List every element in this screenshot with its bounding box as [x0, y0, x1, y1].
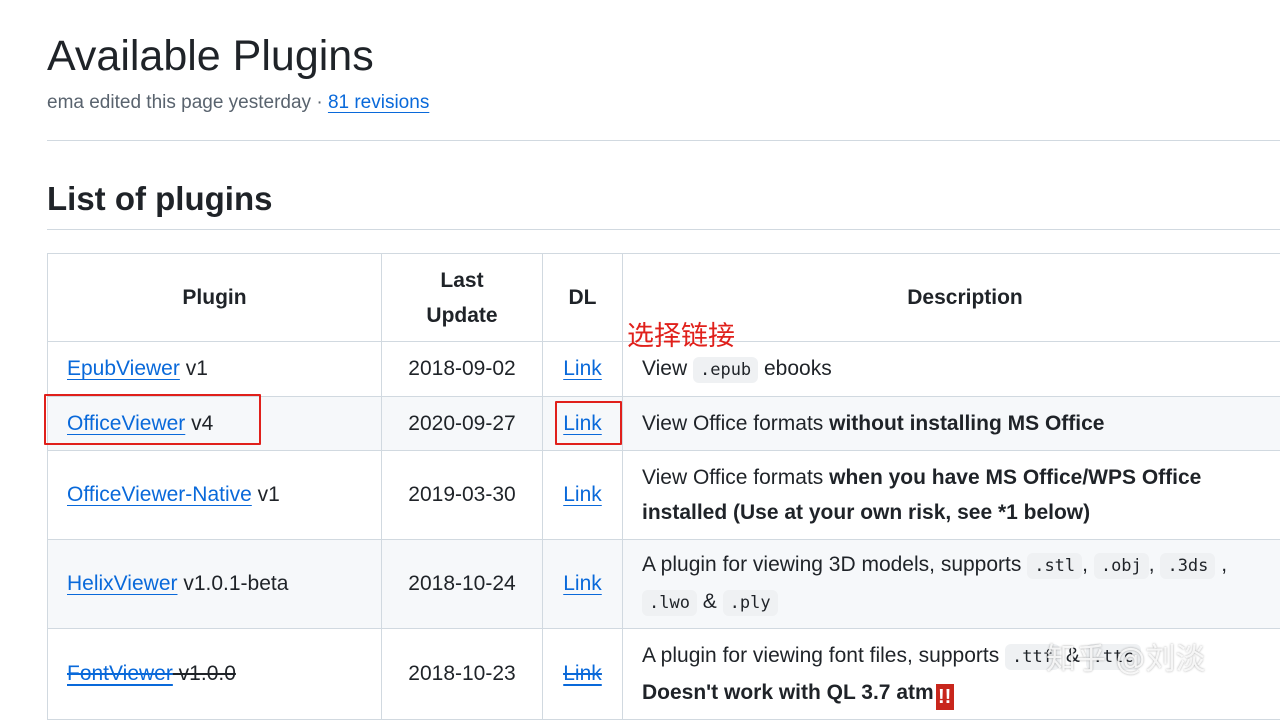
- last-update-cell: 2019-03-30: [382, 451, 543, 540]
- file-ext-code: .3ds: [1160, 553, 1215, 579]
- download-link[interactable]: Link: [563, 662, 602, 685]
- plugin-cell: OfficeViewer v4: [48, 397, 382, 451]
- divider: [47, 140, 1280, 141]
- last-update-cell: 2018-09-02: [382, 342, 543, 397]
- table-row: OfficeViewer-Native v1 2019-03-30 Link V…: [48, 451, 1280, 540]
- dl-cell: Link: [543, 342, 623, 397]
- last-update-cell: 2018-10-24: [382, 540, 543, 629]
- plugin-cell: HelixViewer v1.0.1-beta: [48, 540, 382, 629]
- file-ext-code: .ply: [723, 590, 778, 616]
- last-update-cell: 2018-10-23: [382, 629, 543, 720]
- editor-text: ema edited this page yesterday ·: [47, 92, 328, 113]
- description-cell: A plugin for viewing 3D models, supports…: [623, 540, 1280, 629]
- download-link[interactable]: Link: [563, 357, 602, 380]
- table-row: OfficeViewer v4 2020-09-27 Link View Off…: [48, 397, 1280, 451]
- plugin-version: v1.0.1-beta: [178, 572, 289, 595]
- dl-cell: Link: [543, 540, 623, 629]
- file-ext-code: .obj: [1094, 553, 1149, 579]
- plugin-version: v1: [252, 483, 280, 506]
- section-title: List of plugins: [47, 178, 272, 220]
- download-link[interactable]: Link: [563, 483, 602, 506]
- table-row: HelixViewer v1.0.1-beta 2018-10-24 Link …: [48, 540, 1280, 629]
- last-update-cell: 2020-09-27: [382, 397, 543, 451]
- page-title: Available Plugins: [47, 30, 374, 82]
- dl-cell: Link: [543, 397, 623, 451]
- description-cell: View Office formats when you have MS Off…: [623, 451, 1280, 540]
- plugin-link-fontviewer[interactable]: FontViewer: [67, 662, 173, 685]
- plugin-cell: EpubViewer v1: [48, 342, 382, 397]
- header-last-update: LastUpdate: [382, 254, 543, 342]
- revisions-link[interactable]: 81 revisions: [328, 92, 429, 113]
- header-dl: DL: [543, 254, 623, 342]
- file-ext-code: .epub: [693, 357, 758, 383]
- plugin-version: v1: [180, 357, 208, 380]
- dl-cell: Link: [543, 629, 623, 720]
- plugin-version: v4: [185, 412, 213, 435]
- plugin-link-officeviewer-native[interactable]: OfficeViewer-Native: [67, 483, 252, 506]
- download-link[interactable]: Link: [563, 412, 602, 435]
- plugin-link-helixviewer[interactable]: HelixViewer: [67, 572, 178, 595]
- double-exclamation-icon: !!: [936, 684, 954, 710]
- dl-cell: Link: [543, 451, 623, 540]
- file-ext-code: .stl: [1027, 553, 1082, 579]
- annotation-note: 选择链接: [627, 318, 735, 356]
- watermark: 知乎 @刘淡: [1046, 634, 1206, 678]
- divider: [47, 229, 1280, 230]
- header-plugin: Plugin: [48, 254, 382, 342]
- plugin-version: v1.0.0: [173, 662, 236, 685]
- plugin-cell: FontViewer v1.0.0: [48, 629, 382, 720]
- plugin-link-epubviewer[interactable]: EpubViewer: [67, 357, 180, 380]
- file-ext-code: .lwo: [642, 590, 697, 616]
- page-meta: ema edited this page yesterday · 81 revi…: [47, 90, 429, 116]
- download-link[interactable]: Link: [563, 572, 602, 595]
- description-cell: View Office formats without installing M…: [623, 397, 1280, 451]
- plugin-link-officeviewer[interactable]: OfficeViewer: [67, 412, 185, 435]
- plugin-cell: OfficeViewer-Native v1: [48, 451, 382, 540]
